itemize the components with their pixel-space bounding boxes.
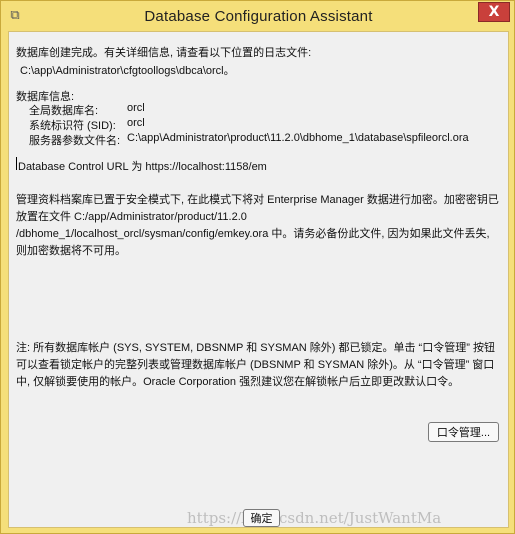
text-cursor xyxy=(16,157,17,170)
dialog-content: 数据库创建完成。有关详细信息, 请查看以下位置的日志文件: C:\app\Adm… xyxy=(8,31,509,528)
dialog-window: ⧉ Database Configuration Assistant X 数据库… xyxy=(0,0,515,534)
account-lock-note-text: 注: 所有数据库帐户 (SYS, SYSTEM, DBSNMP 和 SYSMAN… xyxy=(16,342,495,388)
close-button[interactable]: X xyxy=(478,2,510,22)
creation-complete-text: 数据库创建完成。有关详细信息, 请查看以下位置的日志文件: xyxy=(16,47,312,59)
info-label: 系统标识符 (SID): xyxy=(29,120,116,132)
info-value: orcl xyxy=(127,117,145,129)
watermark-text: https://blog.csdn.net/JustWantMa xyxy=(187,509,442,527)
info-row-sid: 系统标识符 (SID): orcl xyxy=(29,117,145,133)
title-bar[interactable]: ⧉ Database Configuration Assistant X xyxy=(1,1,515,31)
info-value: C:\app\Administrator\product\11.2.0\dbho… xyxy=(127,132,469,144)
info-row-global-name: 全局数据库名: orcl xyxy=(29,102,145,118)
password-management-button[interactable]: 口令管理... xyxy=(428,422,499,442)
window-title: Database Configuration Assistant xyxy=(144,7,373,25)
app-icon: ⧉ xyxy=(10,8,20,23)
info-row-spfile: 服务器参数文件名: C:\app\Administrator\product\1… xyxy=(29,132,469,148)
info-label: 服务器参数文件名: xyxy=(29,135,121,147)
info-label: 全局数据库名: xyxy=(29,105,99,117)
info-value: orcl xyxy=(127,102,145,114)
log-path-text: C:\app\Administrator\cfgtoollogs\dbca\or… xyxy=(20,65,235,77)
db-control-url-text: Database Control URL 为 https://localhost… xyxy=(18,161,267,173)
security-note-text: 管理资料档案库已置于安全模式下, 在此模式下将对 Enterprise Mana… xyxy=(16,194,499,257)
ok-button[interactable]: 确定 xyxy=(243,509,280,527)
